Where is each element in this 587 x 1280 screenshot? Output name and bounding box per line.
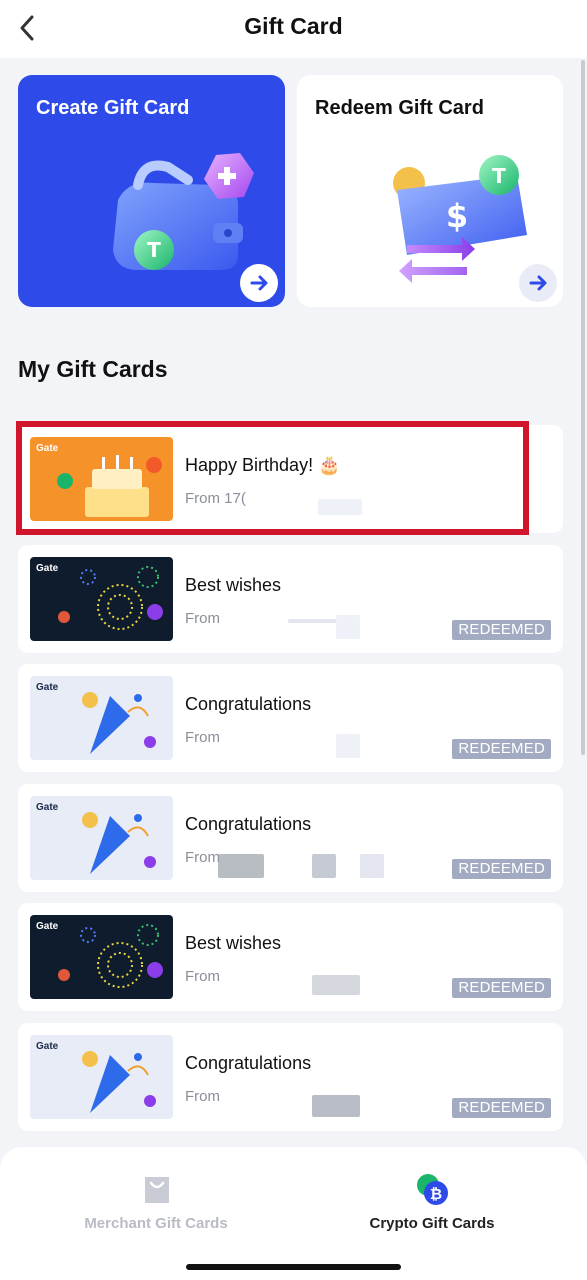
svg-text:$: $ <box>446 197 468 235</box>
redacted-block <box>312 854 336 878</box>
gift-card-item[interactable]: Gate Best wishes From REDEEMED <box>18 545 563 653</box>
tab-label: Crypto Gift Cards <box>369 1215 495 1232</box>
gift-card-item[interactable]: Gate Congratulations From REDEEMED <box>18 1023 563 1131</box>
tab-merchant-gift-cards[interactable]: Merchant Gift Cards <box>56 1173 256 1243</box>
home-indicator[interactable] <box>186 1264 401 1270</box>
shopping-bag-icon <box>145 1177 169 1203</box>
redeem-gift-card-button[interactable]: Redeem Gift Card $ T <box>297 75 563 307</box>
gift-card-thumbnail: Gate <box>30 676 173 760</box>
gift-card-sender: From <box>185 849 220 866</box>
redacted-block <box>336 734 360 758</box>
gift-card-title: Congratulations <box>185 814 312 834</box>
gift-card-title: Best wishes <box>185 575 282 595</box>
section-title: My Gift Cards <box>18 356 168 382</box>
tab-label: Merchant Gift Cards <box>84 1215 228 1232</box>
scrollbar[interactable] <box>581 60 585 755</box>
svg-text:T: T <box>147 238 161 262</box>
redacted-block <box>288 619 338 623</box>
gift-card-thumbnail: Gate <box>30 796 173 880</box>
gift-card-thumbnail: Gate <box>30 915 173 999</box>
gift-card-sender: From <box>185 1088 220 1105</box>
gift-card-title: Congratulations <box>185 694 312 714</box>
arrow-right-icon <box>250 275 268 291</box>
gift-card-thumbnail: Gate <box>30 557 173 641</box>
brand-text: Gate <box>36 1041 59 1052</box>
status-badge: REDEEMED <box>452 978 551 998</box>
svg-text:₿: ₿ <box>430 1185 442 1203</box>
top-bar: Gift Card <box>0 0 587 58</box>
create-arrow-button[interactable] <box>240 264 278 302</box>
gift-card-title: Best wishes <box>185 933 282 953</box>
redacted-block <box>218 854 264 878</box>
redacted-block <box>312 975 360 995</box>
brand-text: Gate <box>36 563 59 574</box>
status-badge: REDEEMED <box>452 859 551 879</box>
brand-text: Gate <box>36 802 59 813</box>
brand-text: Gate <box>36 921 59 932</box>
redacted-block <box>360 854 384 878</box>
arrow-right-icon <box>529 275 547 291</box>
highlight-frame <box>16 421 529 535</box>
page-title: Gift Card <box>244 13 343 39</box>
status-badge: REDEEMED <box>452 620 551 640</box>
redacted-block <box>336 615 360 639</box>
create-gift-card-label: Create Gift Card <box>36 97 190 119</box>
bitcoin-icon: ₿ <box>417 1174 448 1205</box>
gift-card-item[interactable]: Gate Congratulations From REDEEMED <box>18 664 563 772</box>
status-badge: REDEEMED <box>452 1098 551 1118</box>
gift-card-thumbnail: Gate <box>30 1035 173 1119</box>
status-badge: REDEEMED <box>452 739 551 759</box>
tab-crypto-gift-cards[interactable]: ₿ Crypto Gift Cards <box>332 1173 532 1243</box>
gift-card-sender: From <box>185 610 220 627</box>
gift-card-item[interactable]: Gate Congratulations From REDEEMED <box>18 784 563 892</box>
create-gift-card-button[interactable]: Create Gift Card T <box>18 75 285 307</box>
gift-card-sender: From <box>185 968 220 985</box>
svg-text:T: T <box>492 164 506 188</box>
redacted-block <box>312 1095 360 1117</box>
gift-card-item[interactable]: Gate Best wishes From REDEEMED <box>18 903 563 1011</box>
redeem-gift-card-label: Redeem Gift Card <box>315 97 484 119</box>
redeem-arrow-button[interactable] <box>519 264 557 302</box>
gift-card-sender: From <box>185 729 220 746</box>
gift-card-title: Congratulations <box>185 1053 312 1073</box>
brand-text: Gate <box>36 682 59 693</box>
